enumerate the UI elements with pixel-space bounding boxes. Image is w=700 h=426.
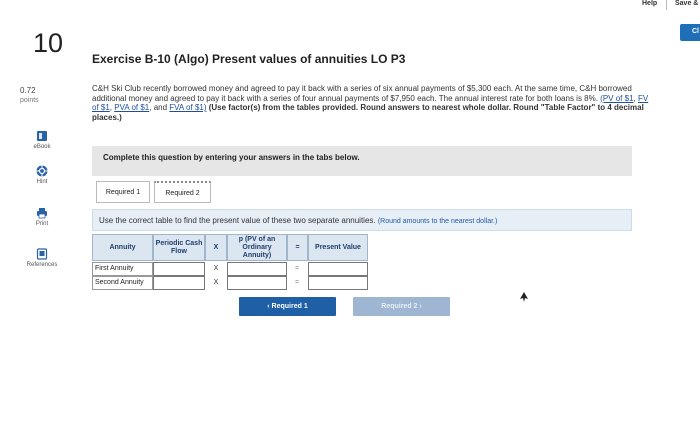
references-icon <box>36 248 48 260</box>
sidebar-label-references: References <box>26 262 58 268</box>
row-label-second-annuity: Second Annuity <box>92 276 153 290</box>
question-bar-main: Use the correct table to find the presen… <box>99 216 376 225</box>
header-present-value: Present Value <box>308 234 368 261</box>
sidebar-item-references[interactable]: References <box>10 248 74 268</box>
book-icon <box>37 131 47 141</box>
first-annuity-pv-input[interactable] <box>308 262 368 276</box>
next-required-button[interactable]: Required 2 › <box>353 297 450 316</box>
tab-required-1[interactable]: Required 1 <box>96 181 150 203</box>
sidebar-label-print: Print <box>35 221 49 227</box>
sidebar-label-ebook: eBook <box>33 144 51 150</box>
mouse-cursor-icon <box>520 292 528 302</box>
question-bar: Use the correct table to find the presen… <box>92 209 632 231</box>
header-times: X <box>205 234 227 261</box>
exercise-prompt: C&H Ski Club recently borrowed money and… <box>92 84 649 122</box>
row-operator-times: X <box>213 279 219 286</box>
sidebar-item-hint[interactable]: Hint <box>10 165 74 185</box>
tab-required-2[interactable]: Required 2 <box>154 181 211 203</box>
second-annuity-cash-flow-input[interactable] <box>153 276 205 290</box>
help-link[interactable]: Help <box>642 0 657 7</box>
sidebar-label-hint: Hint <box>36 179 48 185</box>
prompt-and: and <box>153 103 168 112</box>
hint-icon <box>36 165 48 177</box>
instruction-bar: Complete this question by entering your … <box>92 146 632 176</box>
first-annuity-cash-flow-input[interactable] <box>153 262 205 276</box>
points-value: 0.72 <box>20 86 36 95</box>
check-button[interactable]: Cl <box>680 24 700 41</box>
second-annuity-factor-input[interactable] <box>227 276 287 290</box>
pva-table-link[interactable]: PVA of $1 <box>114 103 149 112</box>
pv-table-link[interactable]: (PV of $1 <box>600 94 633 103</box>
row-operator-equals: = <box>294 279 300 286</box>
header-periodic-cash-flow: Periodic Cash Flow <box>153 234 205 261</box>
instruction-text: Complete this question by entering your … <box>103 153 360 162</box>
printer-icon <box>37 208 47 219</box>
row-label-first-annuity: First Annuity <box>92 262 153 276</box>
header-pv-factor: p (PV of an Ordinary Annuity) <box>227 234 287 261</box>
row-operator-times: X <box>213 265 219 272</box>
first-annuity-factor-input[interactable] <box>227 262 287 276</box>
prompt-text: C&H Ski Club recently borrowed money and… <box>92 84 632 103</box>
top-bar: Help Save & <box>0 0 700 14</box>
prev-required-button[interactable]: ‹ Required 1 <box>239 297 336 316</box>
sidebar-item-ebook[interactable]: eBook <box>10 130 74 150</box>
save-exit-link[interactable]: Save & <box>675 0 698 7</box>
fva-table-link[interactable]: FVA of $1) <box>169 103 206 112</box>
header-equals: = <box>287 234 308 261</box>
question-bar-note: (Round amounts to the nearest dollar.) <box>377 218 498 225</box>
points-block: 0.72 points <box>20 86 39 106</box>
divider <box>666 0 667 10</box>
question-number: 10 <box>33 28 64 58</box>
exercise-title: Exercise B-10 (Algo) Present values of a… <box>92 52 406 66</box>
question-bar-text: Use the correct table to find the presen… <box>99 216 497 225</box>
row-operator-equals: = <box>294 265 300 272</box>
header-annuity: Annuity <box>92 234 153 261</box>
second-annuity-pv-input[interactable] <box>308 276 368 290</box>
points-label: points <box>20 97 39 104</box>
sidebar-item-print[interactable]: Print <box>10 207 74 227</box>
